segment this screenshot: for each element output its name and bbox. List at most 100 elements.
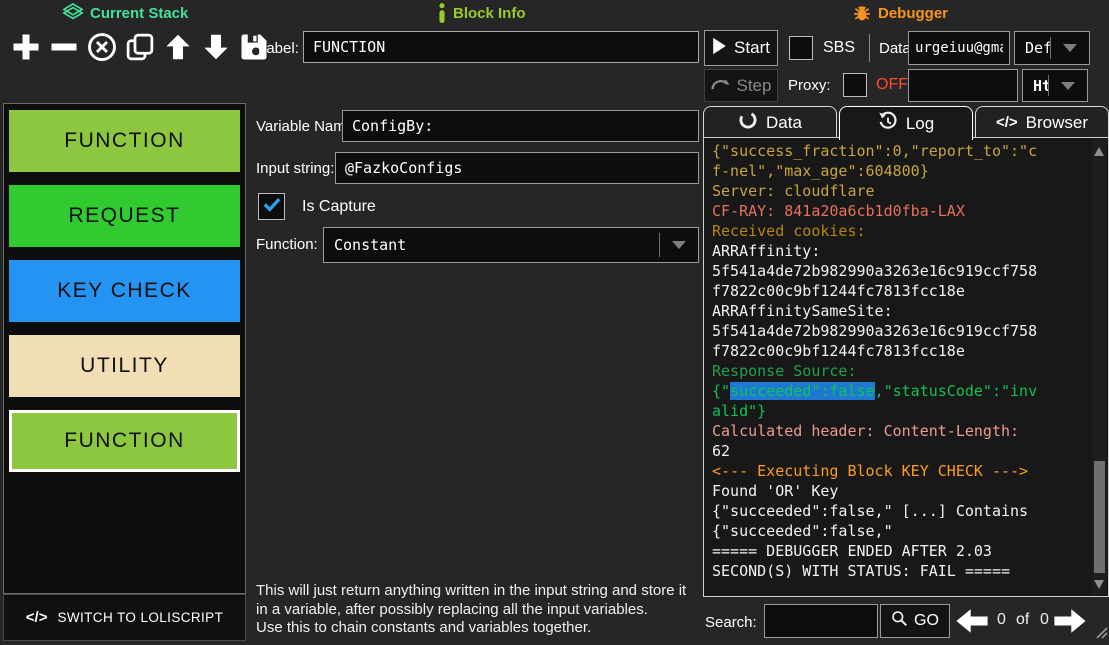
scroll-down-arrow[interactable]	[1094, 580, 1104, 589]
log-line: {"success_fraction":0,"report_to":"c	[712, 141, 1092, 161]
move-up-button[interactable]	[160, 29, 195, 65]
block-info-title: Block Info	[437, 3, 526, 23]
input-string-input[interactable]	[335, 152, 699, 184]
switch-to-loliscript-button[interactable]: </> SWITCH TO LOLISCRIPT	[3, 594, 246, 641]
tab-browser[interactable]: </> Browser	[975, 106, 1109, 138]
bug-icon	[852, 3, 872, 23]
remove-block-button[interactable]	[46, 29, 81, 65]
log-line: f7822c00c9bf1244fc7813fcc18e	[712, 281, 1092, 301]
clone-icon	[125, 32, 155, 62]
search-go-button[interactable]: GO	[880, 604, 950, 638]
arrow-down-icon	[202, 32, 230, 62]
log-lines: {"success_fraction":0,"report_to":"cf-ne…	[704, 138, 1092, 596]
stack-block-function[interactable]: FUNCTION	[9, 110, 240, 172]
log-line: 5f541a4de72b982990a3263e16c919ccf758	[712, 261, 1092, 281]
is-capture-label: Is Capture	[302, 198, 376, 216]
data-input[interactable]	[908, 31, 1010, 65]
tab-log[interactable]: Log	[839, 106, 973, 140]
search-input[interactable]	[764, 604, 878, 638]
stack-block-key-check[interactable]: KEY CHECK	[9, 260, 240, 322]
stack-block-request[interactable]: REQUEST	[9, 185, 240, 247]
current-stack-label: Current Stack	[90, 5, 188, 22]
chevron-down-icon	[1061, 82, 1075, 90]
log-line: SECOND(S) WITH STATUS: FAIL =====	[712, 561, 1092, 581]
input-string-caption: Input string:	[256, 160, 334, 177]
stack-block-utility[interactable]: UTILITY	[9, 335, 240, 397]
data-type-value: Def	[1015, 39, 1050, 57]
proxy-type-dropdown[interactable]: Ht	[1022, 69, 1088, 102]
block-info-label: Block Info	[453, 5, 526, 22]
variable-name-input[interactable]	[342, 110, 699, 142]
proxy-checkbox[interactable]	[843, 73, 867, 97]
resize-grip[interactable]	[1095, 626, 1108, 644]
log-line: <--- Executing Block KEY CHECK --->	[712, 461, 1092, 481]
data-type-dropdown[interactable]: Def	[1014, 31, 1090, 65]
log-line: Received cookies:	[712, 221, 1092, 241]
debugger-title: Debugger	[852, 3, 948, 23]
prev-result-button[interactable]	[956, 608, 988, 639]
log-line: alid"}	[712, 401, 1092, 421]
search-caption: Search:	[705, 614, 757, 631]
layers-icon	[62, 3, 84, 23]
arrow-up-icon	[164, 32, 192, 62]
log-line: ARRAffinitySameSite:	[712, 301, 1092, 321]
start-button[interactable]: Start	[704, 30, 778, 66]
step-arrow-icon	[711, 76, 730, 96]
label-field-caption: Label:	[258, 40, 299, 57]
history-icon	[878, 111, 898, 136]
sbs-label: SBS	[823, 39, 855, 57]
move-down-button[interactable]	[198, 29, 233, 65]
arrow-right-icon	[1054, 621, 1086, 638]
plus-icon	[11, 32, 41, 62]
log-line: {"succeeded":false,"	[712, 521, 1092, 541]
log-line: ===== DEBUGGER ENDED AFTER 2.03	[712, 541, 1092, 561]
search-result-of: of	[1016, 611, 1029, 629]
proxy-off-status: OFF	[876, 76, 908, 94]
is-capture-checkbox[interactable]	[258, 193, 285, 220]
code-icon: </>	[996, 114, 1018, 131]
log-line: 5f541a4de72b982990a3263e16c919ccf758	[712, 321, 1092, 341]
play-icon	[712, 37, 727, 60]
scroll-thumb[interactable]	[1094, 461, 1105, 573]
search-result-total: 0	[1040, 611, 1049, 629]
divider	[659, 233, 660, 257]
stack-list: FUNCTION REQUEST KEY CHECK UTILITY FUNCTION	[3, 103, 246, 594]
divider	[1050, 37, 1051, 59]
tab-data[interactable]: Data	[703, 106, 837, 138]
log-line: Calculated header: Content-Length:	[712, 421, 1092, 441]
debugger-label: Debugger	[878, 5, 948, 22]
arrow-left-icon	[956, 621, 988, 638]
stack-toolbar	[8, 29, 271, 65]
scroll-up-arrow[interactable]	[1094, 147, 1104, 156]
next-result-button[interactable]	[1054, 608, 1086, 639]
label-input[interactable]	[303, 31, 699, 63]
log-line: {"succeeded":false,"statusCode":"inv	[712, 381, 1092, 401]
log-line: ARRAffinity:	[712, 241, 1092, 261]
log-scrollbar[interactable]	[1092, 139, 1107, 595]
function-dropdown[interactable]: Constant	[323, 227, 699, 263]
minus-icon	[49, 32, 79, 62]
proxy-type-value: Ht	[1023, 77, 1048, 95]
log-line: {"succeeded":false," [...] Contains	[712, 501, 1092, 521]
clear-stack-button[interactable]	[84, 29, 119, 65]
switch-button-label: SWITCH TO LOLISCRIPT	[57, 610, 223, 625]
add-block-button[interactable]	[8, 29, 43, 65]
proxy-input[interactable]	[908, 69, 1018, 102]
log-line: 62	[712, 441, 1092, 461]
function-value: Constant	[324, 236, 659, 254]
chevron-down-icon	[1063, 44, 1077, 52]
step-button[interactable]: Step	[704, 69, 778, 102]
log-line: f-nel","max_age":604800}	[712, 161, 1092, 181]
sbs-checkbox[interactable]	[789, 36, 813, 60]
log-panel: {"success_fraction":0,"report_to":"cf-ne…	[703, 137, 1109, 597]
divider	[869, 34, 870, 62]
clone-block-button[interactable]	[122, 29, 157, 65]
proxy-caption: Proxy:	[788, 77, 831, 94]
chevron-down-icon	[672, 241, 686, 249]
data-circle-icon	[738, 110, 758, 135]
log-line: CF-RAY: 841a20a6cb1d0fba-LAX	[712, 201, 1092, 221]
stack-block-function[interactable]: FUNCTION	[9, 410, 240, 472]
search-result-current: 0	[997, 611, 1006, 629]
block-description: This will just return anything written i…	[256, 582, 704, 638]
log-line: Server: cloudflare	[712, 181, 1092, 201]
